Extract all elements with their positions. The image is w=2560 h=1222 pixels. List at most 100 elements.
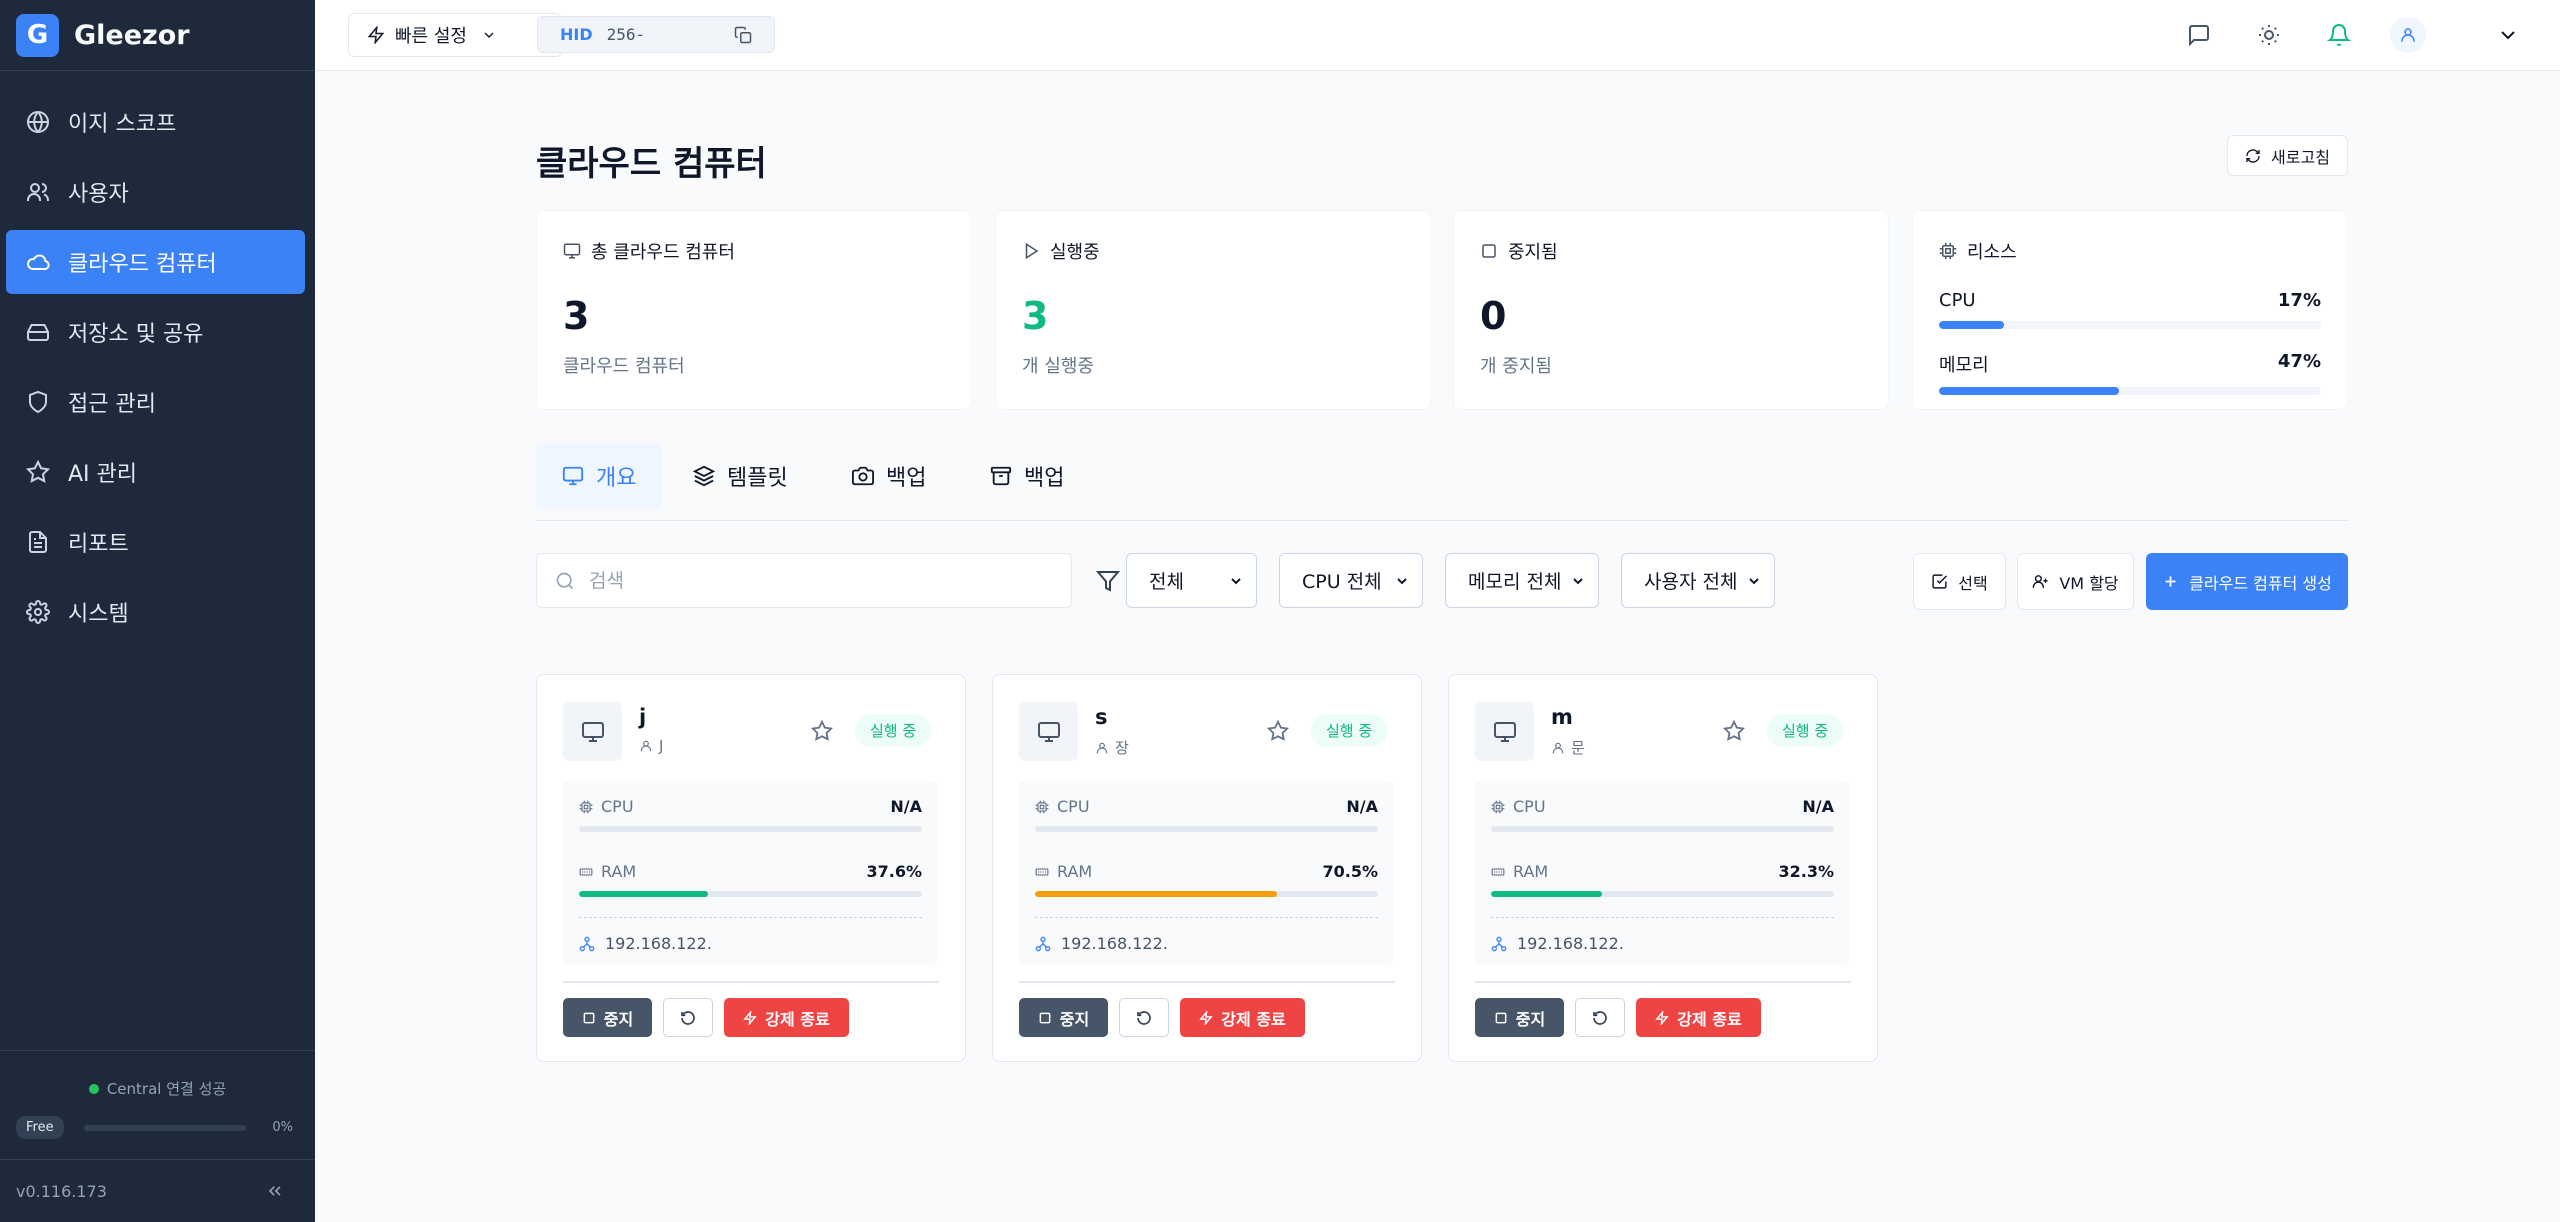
- cpu-usage: CPU 17%: [1939, 290, 2321, 329]
- vm-ip: 192.168.122.: [579, 917, 922, 953]
- force-stop-button[interactable]: 강제 종료: [724, 998, 849, 1037]
- create-cloud-computer-button[interactable]: 클라우드 컴퓨터 생성: [2146, 553, 2348, 610]
- select-value: 전체: [1149, 571, 1184, 593]
- quick-settings-button[interactable]: 빠른 설정: [348, 13, 562, 57]
- stop-button[interactable]: 중지: [1475, 998, 1564, 1037]
- message-icon[interactable]: [2187, 23, 2211, 47]
- ram-value: 37.6%: [866, 862, 922, 881]
- vm-card[interactable]: j J 실행 중 CPU N/A RAM 37.6% 192.168.122. …: [536, 674, 966, 1062]
- memory-usage: 메모리 47%: [1939, 351, 2321, 395]
- sidebar-item-access[interactable]: 접근 관리: [6, 370, 305, 434]
- chevron-down-icon[interactable]: [2496, 23, 2520, 47]
- bell-icon[interactable]: [2327, 23, 2351, 47]
- vm-card[interactable]: m 문 실행 중 CPU N/A RAM 32.3% 192.168.122. …: [1448, 674, 1878, 1062]
- vm-ip-address: 192.168.122.: [1061, 934, 1168, 953]
- tab-templates[interactable]: 템플릿: [667, 443, 814, 509]
- sidebar-item-cloud-computer[interactable]: 클라우드 컴퓨터: [6, 230, 305, 294]
- cpu-filter-select[interactable]: CPU 전체: [1279, 553, 1423, 608]
- zap-icon: [367, 26, 385, 44]
- cpu-label: CPU: [1939, 290, 1976, 311]
- vm-owner-name: 문: [1571, 739, 1585, 757]
- tab-backup-archive[interactable]: 백업: [964, 443, 1090, 509]
- avatar[interactable]: [2390, 17, 2426, 53]
- sun-icon[interactable]: [2257, 23, 2281, 47]
- cpu-label: CPU: [1513, 797, 1546, 816]
- sidebar-item-users[interactable]: 사용자: [6, 160, 305, 224]
- memory-percent: 47%: [2277, 351, 2321, 372]
- select-mode-button[interactable]: 선택: [1913, 553, 2006, 610]
- sidebar-item-label: 사용자: [68, 182, 129, 207]
- status-badge: 실행 중: [855, 714, 932, 747]
- tab-backup-snapshot[interactable]: 백업: [826, 443, 952, 509]
- check-square-icon: [1932, 574, 1948, 589]
- stat-value: 3: [563, 294, 590, 338]
- force-stop-label: 강제 종료: [765, 1009, 830, 1029]
- tab-overview[interactable]: 개요: [536, 443, 663, 509]
- square-icon: [1039, 1012, 1051, 1023]
- vm-card[interactable]: s 장 실행 중 CPU N/A RAM 70.5% 192.168.122. …: [992, 674, 1422, 1062]
- select-mode-label: 선택: [1958, 573, 1988, 593]
- globe-icon: [27, 111, 49, 133]
- chevron-down-icon: [1397, 577, 1407, 584]
- brand[interactable]: G Gleezor: [0, 0, 315, 71]
- search-input[interactable]: [589, 569, 1059, 592]
- favorite-star-icon[interactable]: [1723, 720, 1745, 742]
- tab-label: 개요: [596, 466, 637, 491]
- force-stop-button[interactable]: 강제 종료: [1180, 998, 1305, 1037]
- network-icon: [1491, 936, 1507, 951]
- sidebar-item-storage[interactable]: 저장소 및 공유: [6, 300, 305, 364]
- cpu-icon: [1491, 800, 1505, 813]
- card-divider: [1475, 981, 1851, 983]
- status-dot-icon: [88, 1083, 99, 1094]
- cpu-icon: [579, 800, 593, 813]
- vm-owner-name: 장: [1115, 739, 1129, 757]
- cpu-label: CPU: [601, 797, 634, 816]
- filter-bar: 전체 CPU 전체 메모리 전체 사용자 전체 선택: [536, 553, 2348, 610]
- sidebar-item-report[interactable]: 리포트: [6, 510, 305, 574]
- archive-icon: [990, 466, 1012, 486]
- favorite-star-icon[interactable]: [1267, 720, 1289, 742]
- force-stop-button[interactable]: 강제 종료: [1636, 998, 1761, 1037]
- restart-button[interactable]: [1119, 998, 1169, 1037]
- restart-button[interactable]: [1575, 998, 1625, 1037]
- main-area: 빠른 설정 HID 256- 클라우드 컴퓨터 새로고침 총 클라우드 컴퓨터 …: [315, 0, 2560, 1222]
- sidebar-item-ai[interactable]: AI 관리: [6, 440, 305, 504]
- stat-card-total: 총 클라우드 컴퓨터 3 클라우드 컴퓨터: [536, 210, 972, 410]
- vm-icon: [1019, 702, 1078, 761]
- refresh-label: 새로고침: [2271, 147, 2330, 167]
- square-icon: [1495, 1012, 1507, 1023]
- cpu-icon: [1035, 800, 1049, 813]
- sidebar-item-system[interactable]: 시스템: [6, 580, 305, 644]
- sidebar: G Gleezor 이지 스코프 사용자 클라우드 컴퓨터 저장소 및 공유 접…: [0, 0, 315, 1222]
- sidebar-item-label: 저장소 및 공유: [68, 322, 204, 347]
- topbar: 빠른 설정 HID 256-: [315, 0, 2560, 71]
- memory-filter-select[interactable]: 메모리 전체: [1445, 553, 1599, 608]
- network-icon: [579, 936, 595, 951]
- status-filter-select[interactable]: 전체: [1126, 553, 1257, 608]
- vm-icon: [1475, 702, 1534, 761]
- sidebar-footer: Central 연결 성공 Free 0% v0.116.173: [0, 1050, 315, 1222]
- sidebar-item-easy-scope[interactable]: 이지 스코프: [6, 90, 305, 154]
- stop-button[interactable]: 중지: [563, 998, 652, 1037]
- cpu-percent: 17%: [2277, 290, 2321, 311]
- search-box[interactable]: [536, 553, 1072, 608]
- monitor-icon: [562, 466, 584, 486]
- favorite-star-icon[interactable]: [811, 720, 833, 742]
- brand-logo: G: [16, 13, 59, 57]
- restart-button[interactable]: [663, 998, 713, 1037]
- page-title: 클라우드 컴퓨터: [536, 144, 767, 184]
- collapse-sidebar-icon[interactable]: [265, 1181, 285, 1201]
- stop-button[interactable]: 중지: [1019, 998, 1108, 1037]
- user-filter-select[interactable]: 사용자 전체: [1621, 553, 1775, 608]
- ram-bar: [1491, 891, 1834, 897]
- vm-ip-address: 192.168.122.: [605, 934, 712, 953]
- ram-label: RAM: [1513, 862, 1549, 881]
- force-stop-label: 강제 종료: [1677, 1009, 1742, 1029]
- copy-icon[interactable]: [734, 26, 752, 44]
- user-icon: [2401, 28, 2415, 42]
- sidebar-item-label: 클라우드 컴퓨터: [68, 252, 217, 277]
- refresh-button[interactable]: 새로고침: [2227, 135, 2348, 176]
- vm-ip: 192.168.122.: [1035, 917, 1378, 953]
- vm-assign-button[interactable]: VM 할당: [2017, 553, 2134, 610]
- monitor-icon: [563, 243, 581, 259]
